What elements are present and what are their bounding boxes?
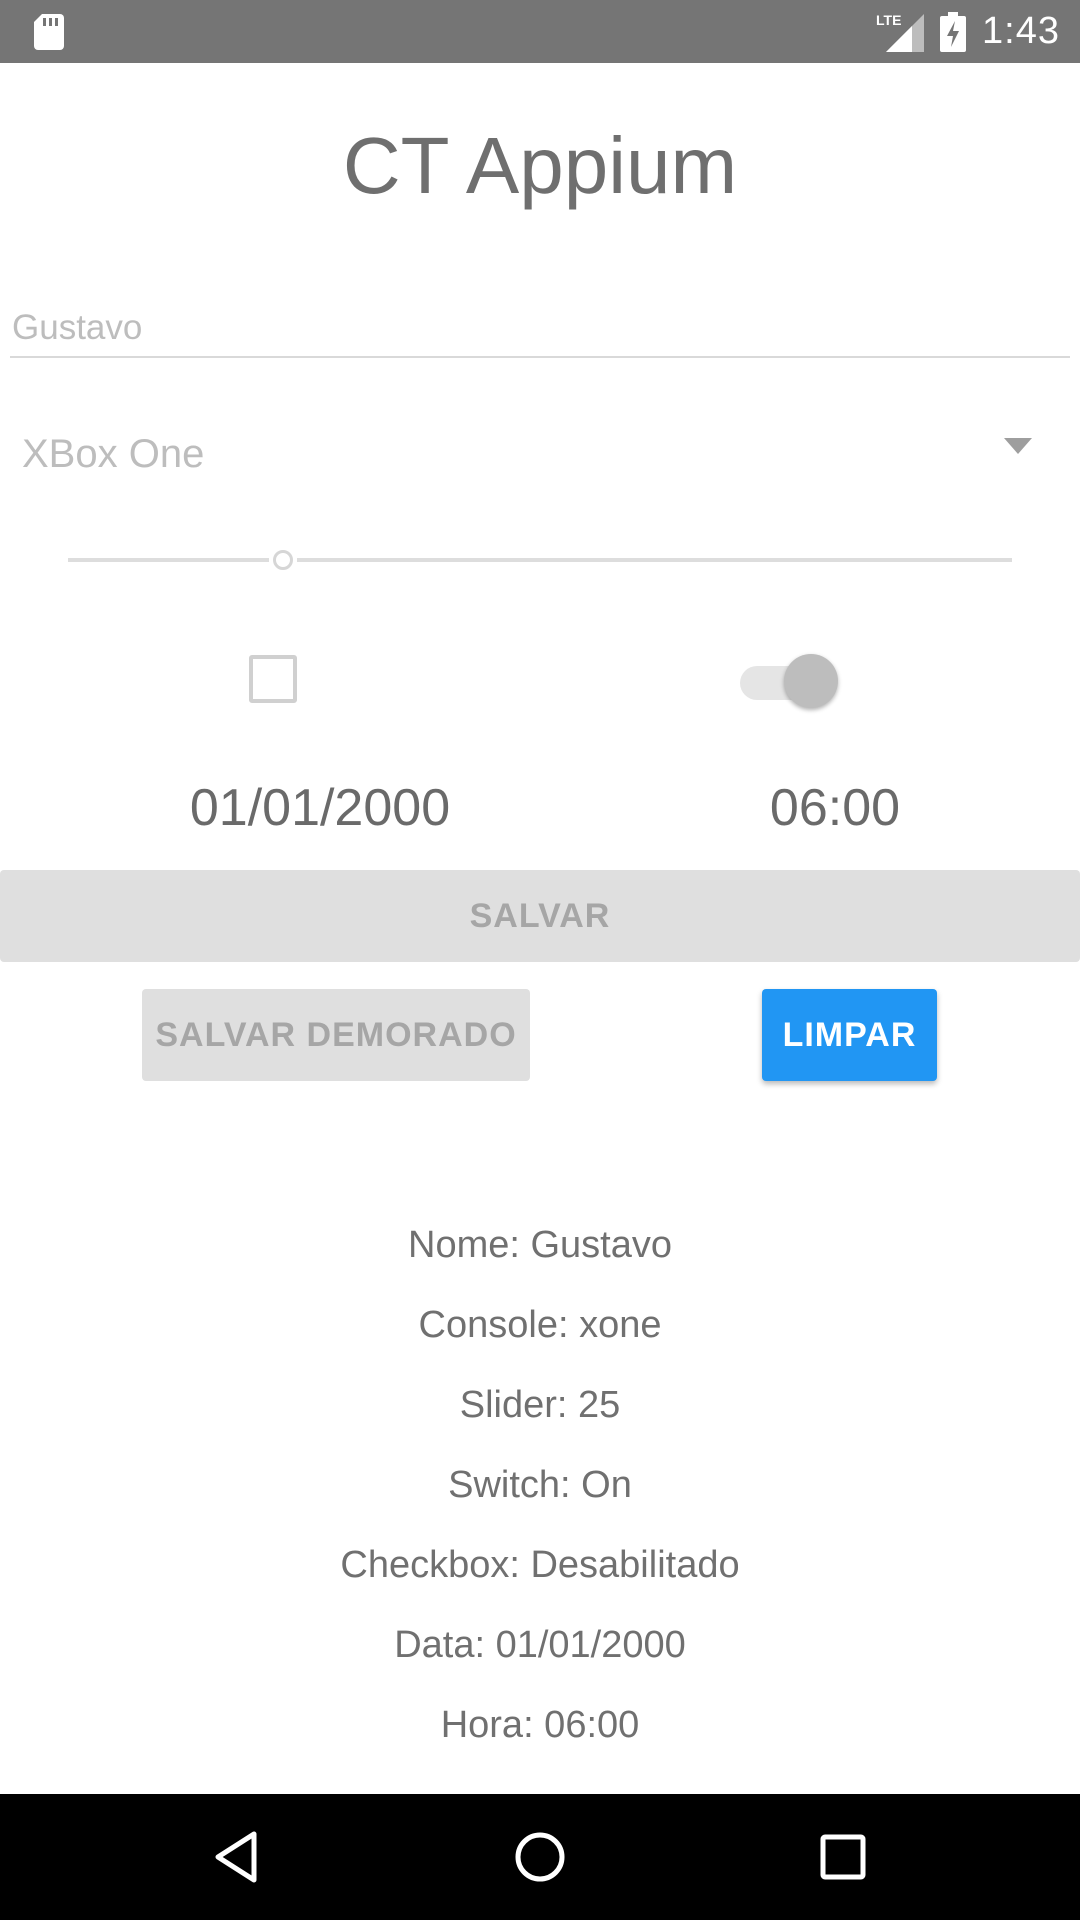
result-slider: Slider: 25 [459, 1384, 621, 1426]
result-console: Console: xone [418, 1304, 662, 1346]
checkbox[interactable] [249, 655, 297, 703]
result-switch: Switch: On [448, 1464, 632, 1506]
network-label: LTE [876, 11, 902, 28]
status-time: 1:43 [982, 10, 1060, 52]
time-picker-value[interactable]: 06:00 [700, 778, 970, 838]
slider-track-filled [68, 558, 269, 562]
console-select[interactable]: XBox One [0, 410, 1080, 490]
result-name: Nome: Gustavo [408, 1224, 672, 1266]
recents-square-icon[interactable] [814, 1828, 872, 1886]
date-picker-value[interactable]: 01/01/2000 [120, 778, 520, 838]
slider-thumb[interactable] [273, 550, 293, 570]
clear-button[interactable]: LIMPAR [762, 989, 937, 1081]
console-selected-value: XBox One [22, 432, 205, 476]
status-bar: LTE 1:43 [0, 0, 1080, 63]
result-time: Hora: 06:00 [440, 1704, 640, 1746]
status-icons: LTE 1:43 [876, 0, 1060, 63]
back-triangle-icon[interactable] [208, 1828, 266, 1886]
save-delayed-button[interactable]: SALVAR DEMORADO [142, 989, 530, 1081]
sd-card-icon [34, 14, 64, 50]
results-panel: Nome: Gustavo Console: xone Slider: 25 S… [0, 1215, 1080, 1775]
dropdown-arrow-icon[interactable] [1004, 438, 1032, 454]
slider-track [297, 558, 1012, 562]
save-button[interactable]: SALVAR [0, 870, 1080, 962]
name-input[interactable] [10, 300, 1070, 358]
home-circle-icon[interactable] [511, 1828, 569, 1886]
switch-toggle[interactable] [740, 650, 840, 710]
switch-thumb [784, 654, 838, 708]
slider[interactable] [68, 540, 1012, 580]
result-date: Data: 01/01/2000 [394, 1624, 686, 1666]
battery-charging-icon [940, 11, 967, 52]
result-checkbox: Checkbox: Desabilitado [340, 1544, 740, 1586]
lte-signal-icon: LTE [876, 11, 925, 52]
page-title: CT Appium [342, 121, 738, 210]
navigation-bar [0, 1794, 1080, 1920]
